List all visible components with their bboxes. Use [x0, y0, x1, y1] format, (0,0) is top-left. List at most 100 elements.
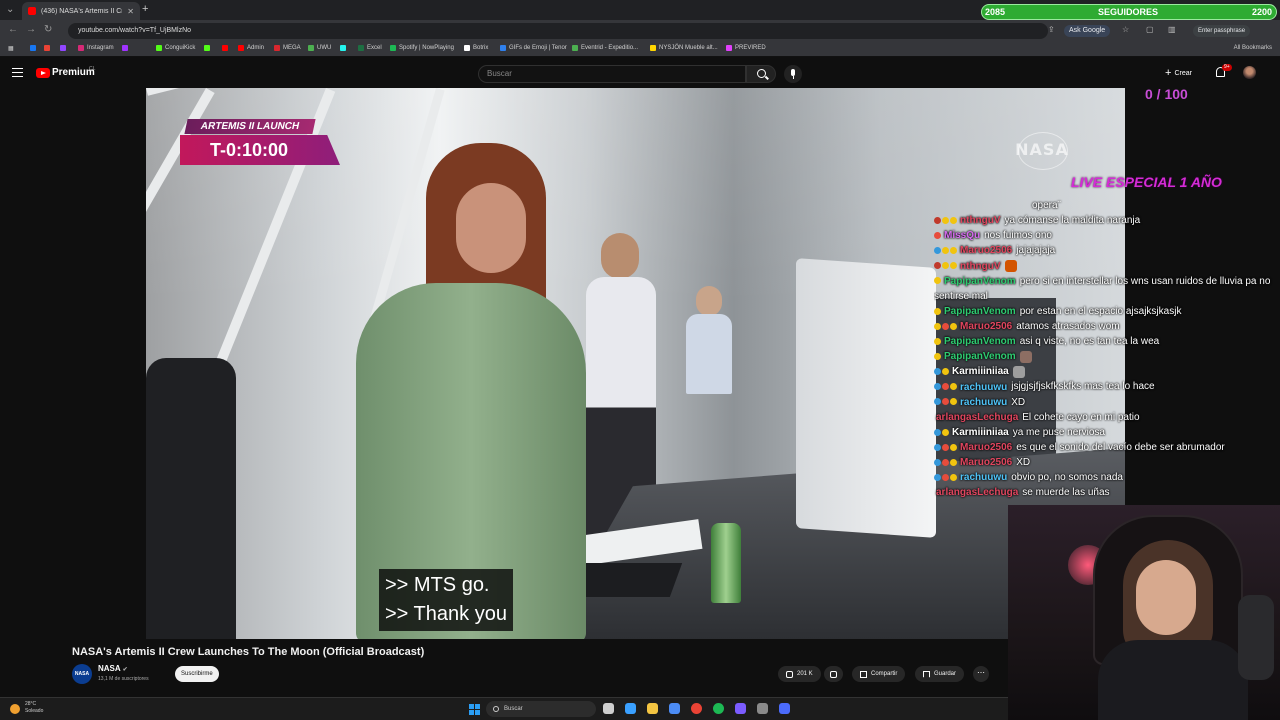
save-button[interactable]: Guardar — [915, 666, 965, 682]
twitch-icon[interactable] — [60, 45, 66, 51]
create-button[interactable]: + Crear — [1165, 67, 1192, 79]
weather-widget[interactable]: 28°C Soleado — [10, 701, 43, 715]
dislike-button[interactable] — [824, 666, 843, 682]
chat-badge-icon — [950, 322, 957, 330]
chat-badges — [934, 440, 958, 455]
create-label: Crear — [1174, 69, 1192, 77]
followers-current: 2085 — [985, 7, 1006, 17]
more-options-icon[interactable]: ⋯ — [973, 666, 989, 682]
search-input[interactable]: Buscar — [478, 65, 746, 83]
chat-message: Maruo2506 XD — [934, 455, 1276, 470]
tab-close-icon[interactable]: ✕ — [127, 7, 134, 16]
bookmark-nysjon[interactable]: NYSJÖN Mueble alt... — [650, 45, 718, 51]
gmail-icon[interactable] — [44, 45, 50, 51]
bookmark-spotify[interactable]: Spotify | NowPlaying — [390, 45, 454, 51]
chat-username: arlangasLechuga — [936, 487, 1019, 499]
chat-badge-icon — [950, 262, 957, 270]
ask-google-button[interactable]: Ask Google — [1064, 25, 1111, 37]
back-icon[interactable]: ← — [8, 24, 18, 35]
youtube-logo-icon[interactable] — [36, 68, 50, 78]
bookmark-excel[interactable]: Excel — [358, 45, 382, 51]
forward-icon[interactable]: → — [26, 24, 36, 35]
sidepanel-icon[interactable]: ▥ — [1168, 25, 1176, 34]
chat-text: obvio po, no somos nada — [1011, 472, 1123, 484]
obs-icon[interactable] — [757, 703, 768, 714]
chat-text: se muerde las uñas — [1022, 487, 1110, 499]
new-tab-icon[interactable]: + — [142, 3, 148, 15]
install-icon[interactable]: ⇪ — [1048, 25, 1055, 34]
microphone-icon[interactable] — [784, 65, 802, 83]
chat-badge-icon — [942, 216, 949, 224]
chat-username: rachuuwu — [960, 381, 1008, 393]
menu-icon[interactable] — [12, 68, 23, 77]
chat-badge-icon — [934, 443, 941, 451]
bookmark-messenger[interactable] — [122, 45, 128, 51]
chat-badges — [934, 455, 958, 470]
bookmark-conguikick[interactable]: ConguiKick — [156, 45, 195, 51]
store-icon[interactable] — [669, 703, 680, 714]
chat-text: ya cómanse la maldita naranja — [1004, 215, 1141, 227]
extension-icon[interactable]: ▢ — [1146, 25, 1154, 34]
country-code: CL — [89, 66, 96, 72]
save-label: Guardar — [934, 671, 957, 677]
apps-grid-icon[interactable]: ▦ — [8, 45, 14, 52]
chat-badges — [934, 228, 942, 243]
reload-icon[interactable]: ↻ — [44, 24, 52, 35]
task-view-icon[interactable] — [603, 703, 614, 714]
chat-username: Maruo2506 — [960, 320, 1013, 332]
bookmark-mega[interactable]: MEGA — [274, 45, 301, 51]
passphrase-button[interactable]: Enter passphrase — [1193, 25, 1251, 37]
teams-icon[interactable] — [779, 703, 790, 714]
tab-search-icon[interactable]: ⌄ — [6, 4, 14, 15]
chat-message: Maruo2506 atamos atrasados wom — [934, 319, 1276, 334]
bookmark-star-icon[interactable]: ☆ — [1122, 25, 1129, 34]
chrome-icon[interactable] — [691, 703, 702, 714]
file-explorer-icon[interactable] — [647, 703, 658, 714]
bookmark-botrix[interactable]: Botrix — [464, 45, 488, 51]
bookmark-youtube[interactable] — [222, 45, 228, 51]
chat-badge-icon — [942, 368, 949, 376]
windows-start-icon[interactable] — [469, 704, 480, 715]
spotify-icon[interactable] — [713, 703, 724, 714]
chat-emote-icon — [1012, 365, 1025, 378]
chat-badges — [934, 349, 942, 364]
chat-badge-icon — [942, 443, 949, 451]
bookmark-admin[interactable]: Admin — [238, 45, 264, 51]
bookmark-previred[interactable]: PREVIRED — [726, 45, 766, 51]
chat-badges — [934, 213, 958, 228]
chat-username: nthnguV — [960, 215, 1001, 227]
bookmark-instagram[interactable]: Instagram — [78, 45, 114, 51]
chat-text: por estan en el espacio ajsajksjkasjk — [1019, 305, 1182, 317]
url-bar[interactable]: youtube.com/watch?v=Tf_UjBMlzNo — [68, 23, 1048, 39]
bookmark-tenor[interactable]: GIFs de Emoji | Tenor — [500, 45, 567, 51]
chat-username: PapipanVenom — [944, 275, 1016, 287]
subscribe-button[interactable]: Suscribirme — [175, 666, 219, 682]
share-button[interactable]: Compartir — [852, 666, 906, 682]
copilot-icon[interactable] — [625, 703, 636, 714]
facebook-icon[interactable] — [30, 45, 36, 51]
followers-label: SEGUIDORES — [1098, 7, 1159, 17]
bookmark-tiktok[interactable] — [340, 45, 346, 51]
like-button[interactable]: 201 K — [778, 666, 821, 682]
app-grid-icon[interactable] — [735, 703, 746, 714]
chat-text: jajajajaja — [1016, 245, 1056, 257]
launch-label: ARTEMIS II LAUNCH — [184, 119, 316, 134]
notification-count: 9+ — [1222, 64, 1232, 71]
chat-username: Maruo2506 — [960, 441, 1013, 453]
browser-tab[interactable]: (436) NASA's Artemis II Cre ✕ — [22, 2, 140, 20]
search-icon[interactable] — [746, 65, 776, 83]
all-bookmarks[interactable]: All Bookmarks — [1234, 45, 1272, 51]
chat-message: Maruo2506 es que el sonido del vacío debe… — [934, 440, 1276, 455]
channel-name[interactable]: NASA ✔ — [98, 664, 128, 673]
chat-badge-icon — [942, 262, 949, 270]
chat-text: asi q viste, no es tan tea la wea — [1019, 336, 1160, 348]
office-chair — [146, 358, 236, 639]
taskbar-search[interactable]: Buscar — [486, 701, 596, 717]
channel-avatar[interactable]: NASA — [72, 664, 92, 684]
channel-name-text: NASA — [98, 664, 121, 673]
bookmark-uwu[interactable]: UWU — [308, 45, 331, 51]
bookmark-k[interactable] — [204, 45, 210, 51]
bookmark-eventrid[interactable]: Eventrid - Expeditio... — [572, 45, 638, 51]
caption-line: >> Thank you — [385, 603, 507, 625]
account-avatar[interactable] — [1243, 66, 1256, 79]
